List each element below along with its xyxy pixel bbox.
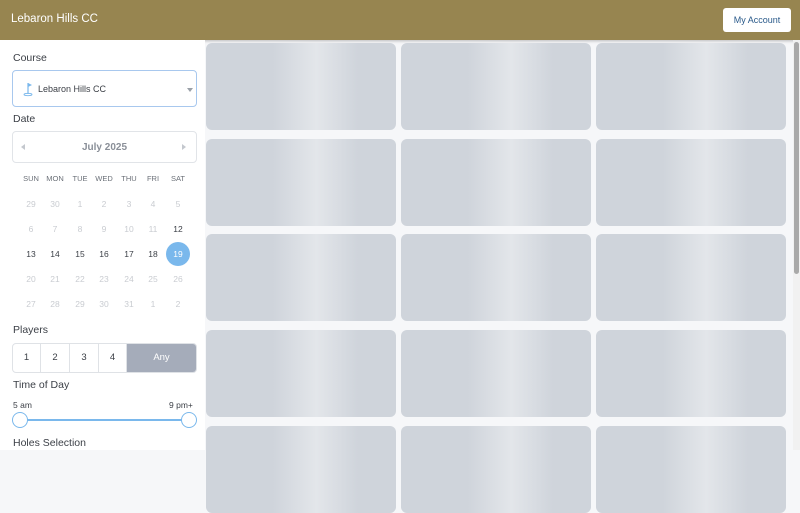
calendar-day: 2	[175, 299, 181, 309]
calendar-day: 4	[150, 199, 156, 209]
tee-time-card-placeholder	[206, 43, 396, 130]
tee-time-card-placeholder	[596, 426, 786, 513]
calendar-day[interactable]: 12	[166, 217, 190, 241]
tee-time-card-placeholder	[206, 426, 396, 513]
calendar-day: 20	[26, 274, 36, 284]
time-slider-track[interactable]	[20, 419, 189, 421]
my-account-button[interactable]: My Account	[723, 8, 791, 32]
app-title: Lebaron Hills CC	[11, 13, 98, 25]
calendar-day: 21	[50, 274, 60, 284]
course-label: Course	[13, 52, 47, 64]
calendar-day: 29	[26, 199, 36, 209]
players-option[interactable]: 2	[41, 344, 70, 372]
tee-time-card-placeholder	[401, 43, 591, 130]
tee-time-card-placeholder	[401, 426, 591, 513]
tee-time-card-placeholder	[401, 139, 591, 226]
golf-flag-icon	[23, 83, 33, 97]
calendar-day: 10	[124, 224, 134, 234]
weekday-header: SUN	[23, 174, 39, 183]
calendar-day: 1	[77, 199, 83, 209]
tee-time-card-placeholder	[596, 234, 786, 321]
calendar-day: 31	[124, 299, 134, 309]
calendar-day: 2	[101, 199, 107, 209]
calendar-day[interactable]: 13	[19, 242, 43, 266]
weekday-header: WED	[95, 174, 113, 183]
time-slider-max-handle[interactable]	[181, 412, 197, 428]
players-option[interactable]: 3	[70, 344, 99, 372]
tee-time-card-placeholder	[206, 330, 396, 417]
tee-time-card-placeholder	[206, 139, 396, 226]
calendar-day: 9	[101, 224, 107, 234]
weekday-header: MON	[46, 174, 64, 183]
tee-time-card-placeholder	[596, 139, 786, 226]
scrollbar[interactable]	[793, 40, 800, 450]
calendar-day: 29	[75, 299, 85, 309]
scrollbar-thumb[interactable]	[794, 42, 799, 274]
calendar-day: 30	[50, 199, 60, 209]
time-slider-min-handle[interactable]	[12, 412, 28, 428]
tee-time-card-placeholder	[596, 330, 786, 417]
tee-time-card-placeholder	[401, 234, 591, 321]
calendar-day: 3	[126, 199, 132, 209]
players-option[interactable]: 1	[13, 344, 41, 372]
chevron-down-icon	[187, 88, 193, 92]
weekday-header: FRI	[146, 174, 160, 183]
calendar-month: July 2025	[81, 142, 128, 153]
calendar-day: 30	[99, 299, 109, 309]
calendar-header: July 2025	[12, 131, 197, 163]
time-min-label: 5 am	[13, 400, 32, 410]
next-month-icon[interactable]	[182, 144, 186, 150]
weekday-header: SAT	[170, 174, 186, 183]
calendar-day[interactable]: 14	[43, 242, 67, 266]
calendar-day: 28	[50, 299, 60, 309]
calendar-day: 6	[28, 224, 34, 234]
date-label: Date	[13, 113, 36, 125]
calendar-day: 22	[75, 274, 85, 284]
course-select-value: Lebaron Hills CC	[38, 84, 107, 94]
weekday-header: THU	[121, 174, 137, 183]
tee-time-card-placeholder	[596, 43, 786, 130]
tee-times-grid	[205, 40, 793, 513]
players-label: Players	[13, 324, 49, 336]
tee-time-card-placeholder	[401, 330, 591, 417]
calendar-day: 8	[77, 224, 83, 234]
time-max-label: 9 pm+	[169, 400, 193, 410]
calendar-day: 26	[173, 274, 183, 284]
calendar-day[interactable]: 17	[117, 242, 141, 266]
time-of-day-label: Time of Day	[13, 379, 70, 391]
header-bar: Lebaron Hills CC My Account	[0, 0, 800, 40]
calendar-day[interactable]: 16	[92, 242, 116, 266]
calendar-day: 24	[124, 274, 134, 284]
calendar-day: 5	[175, 199, 181, 209]
calendar-day: 23	[99, 274, 109, 284]
calendar-day: 25	[148, 274, 158, 284]
weekday-header: TUE	[72, 174, 88, 183]
calendar-day: 11	[148, 224, 158, 234]
tee-time-card-placeholder	[206, 234, 396, 321]
calendar-day: 1	[150, 299, 156, 309]
calendar-day: 27	[26, 299, 36, 309]
calendar-day[interactable]: 15	[68, 242, 92, 266]
calendar-day[interactable]: 18	[141, 242, 165, 266]
players-option[interactable]: Any	[127, 344, 196, 372]
players-selector: 1 2 3 4 Any	[12, 343, 197, 373]
holes-selection-label: Holes Selection	[13, 437, 86, 449]
course-select[interactable]: Lebaron Hills CC	[12, 70, 197, 107]
players-option[interactable]: 4	[99, 344, 127, 372]
calendar-day: 7	[52, 224, 58, 234]
calendar-day-selected[interactable]: 19	[166, 242, 190, 266]
